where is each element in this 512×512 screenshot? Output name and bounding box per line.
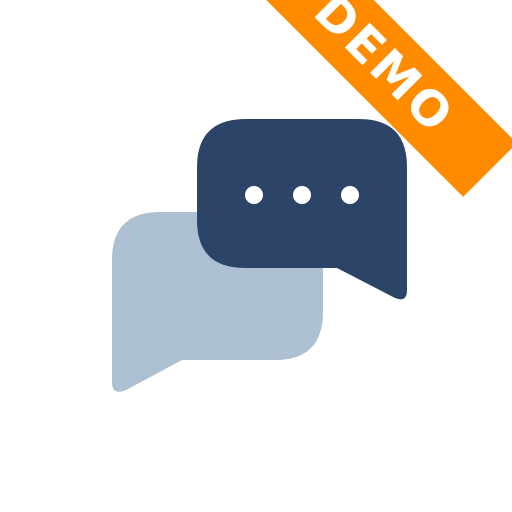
typing-dot-3 <box>341 186 359 204</box>
app-icon[interactable]: DEMO <box>0 0 512 512</box>
typing-dot-1 <box>245 186 263 204</box>
typing-dot-2 <box>293 186 311 204</box>
